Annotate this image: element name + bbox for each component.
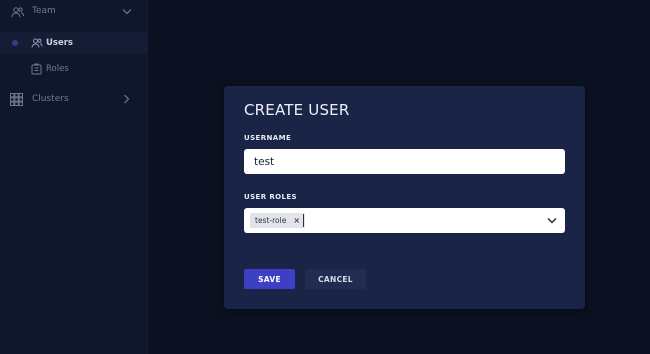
sidebar-item-roles-label: Roles bbox=[46, 64, 69, 74]
chevron-right-icon[interactable] bbox=[123, 94, 130, 104]
remove-role-icon[interactable]: × bbox=[293, 216, 300, 225]
sidebar-item-users-label: Users bbox=[46, 38, 73, 48]
dialog-title: CREATE USER bbox=[244, 101, 350, 119]
role-chip-label: test-role bbox=[255, 216, 287, 225]
sidebar: Team Users Roles Clusters bbox=[0, 0, 148, 354]
sidebar-item-team-label: Team bbox=[32, 6, 56, 16]
user-roles-search-input[interactable] bbox=[306, 213, 526, 228]
sidebar-item-clusters[interactable]: Clusters bbox=[0, 90, 148, 108]
chevron-down-icon[interactable] bbox=[122, 8, 132, 15]
save-button[interactable]: SAVE bbox=[244, 269, 295, 289]
role-chip: test-role × bbox=[250, 213, 306, 228]
sidebar-item-users[interactable]: Users bbox=[0, 32, 148, 54]
user-roles-select[interactable]: test-role × bbox=[244, 208, 565, 233]
users-icon bbox=[31, 37, 43, 49]
sidebar-item-team[interactable]: Team bbox=[0, 3, 148, 21]
username-input[interactable] bbox=[244, 149, 565, 174]
cancel-button[interactable]: CANCEL bbox=[305, 269, 366, 289]
roles-icon bbox=[31, 63, 42, 75]
sidebar-item-roles[interactable]: Roles bbox=[0, 60, 148, 78]
chevron-down-icon[interactable] bbox=[547, 216, 557, 224]
create-user-dialog: CREATE USER USERNAME USER ROLES test-rol… bbox=[224, 86, 585, 309]
username-label: USERNAME bbox=[244, 134, 292, 142]
user-roles-label: USER ROLES bbox=[244, 193, 297, 201]
team-icon bbox=[11, 6, 24, 18]
sidebar-item-clusters-label: Clusters bbox=[32, 94, 69, 104]
active-indicator bbox=[12, 40, 18, 46]
text-cursor bbox=[303, 214, 304, 227]
grid-icon bbox=[10, 93, 23, 106]
